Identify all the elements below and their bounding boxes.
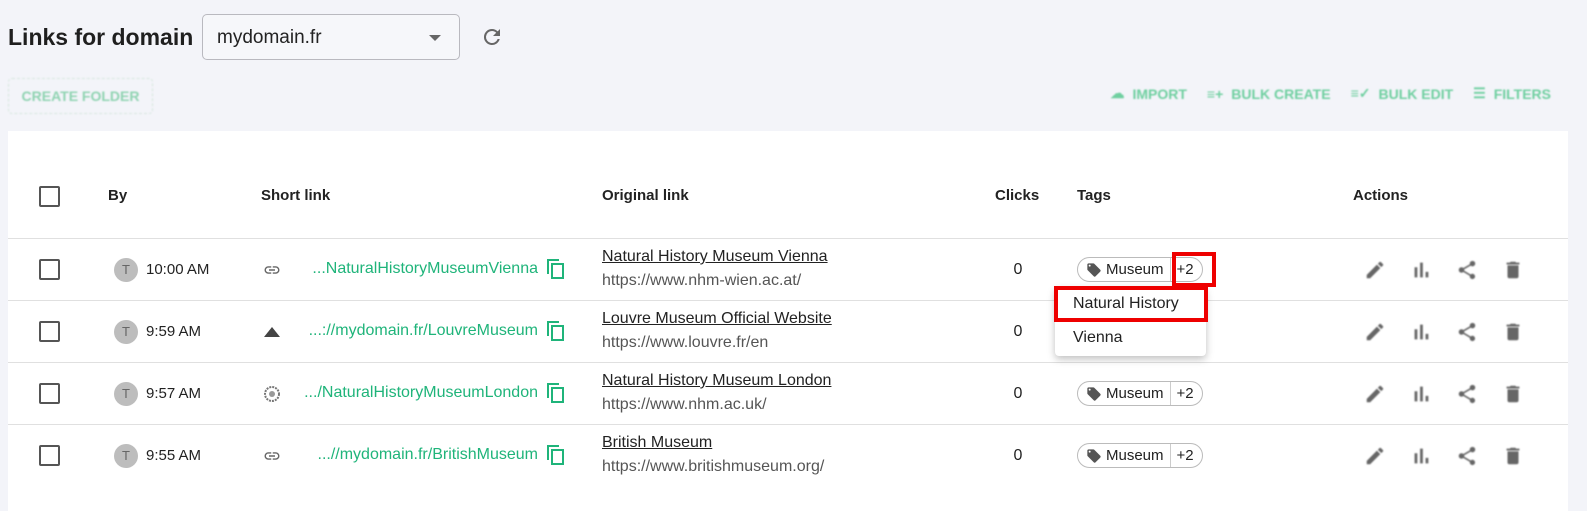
original-link-title[interactable]: British Museum	[602, 434, 712, 452]
short-link[interactable]: .../NaturalHistoryMuseumLondon	[304, 384, 538, 402]
original-link-title[interactable]: Natural History Museum London	[602, 372, 831, 390]
domain-select[interactable]: mydomain.fr	[202, 14, 460, 60]
row-actions	[1364, 321, 1524, 343]
highlight-more-tags	[1172, 252, 1216, 287]
toolbar: ☁ IMPORT ≡+ BULK CREATE ≡✓ BULK EDIT ☰ FILTE…	[1110, 85, 1551, 102]
tag-icon	[1087, 262, 1101, 277]
select-all-checkbox[interactable]	[39, 186, 60, 207]
tag-chip[interactable]: Museum+2	[1077, 381, 1203, 406]
delete-icon[interactable]	[1502, 383, 1524, 405]
chevron-down-icon	[429, 35, 441, 41]
created-time: 9:55 AM	[146, 447, 202, 464]
table-row: T 9:57 AM .../NaturalHistoryMuseumLondon…	[8, 362, 1568, 424]
created-time: 9:59 AM	[146, 323, 202, 340]
stats-icon[interactable]	[1410, 445, 1432, 467]
edit-icon[interactable]	[1364, 383, 1386, 405]
tag-icon	[1087, 386, 1101, 401]
delete-icon[interactable]	[1502, 321, 1524, 343]
table-row: T 9:55 AM ...//mydomain.fr/BritishMuseum…	[8, 424, 1568, 486]
more-tags-button[interactable]: +2	[1169, 382, 1202, 405]
link-icon	[262, 447, 282, 465]
share-icon[interactable]	[1456, 321, 1478, 343]
stats-icon[interactable]	[1410, 259, 1432, 281]
row-checkbox[interactable]	[39, 383, 60, 404]
pyramid-favicon-icon	[262, 323, 282, 341]
row-checkbox[interactable]	[39, 259, 60, 280]
short-link[interactable]: ...NaturalHistoryMuseumVienna	[312, 260, 538, 278]
original-link-url: https://www.louvre.fr/en	[602, 334, 769, 351]
copy-icon[interactable]	[546, 444, 566, 466]
copy-icon[interactable]	[546, 258, 566, 280]
short-link[interactable]: ...://mydomain.fr/LouvreMuseum	[309, 322, 538, 340]
delete-icon[interactable]	[1502, 445, 1524, 467]
tag-chip[interactable]: Museum+2	[1077, 443, 1203, 468]
import-button[interactable]: ☁ IMPORT	[1110, 85, 1186, 102]
row-actions	[1364, 383, 1524, 405]
table-row: T 10:00 AM ...NaturalHistoryMuseumVienna…	[8, 238, 1568, 300]
avatar: T	[114, 258, 138, 282]
avatar: T	[114, 320, 138, 344]
bulk-create-button[interactable]: ≡+ BULK CREATE	[1207, 85, 1331, 102]
short-link[interactable]: ...//mydomain.fr/BritishMuseum	[318, 446, 539, 464]
globe-favicon-icon	[262, 385, 282, 403]
share-icon[interactable]	[1456, 445, 1478, 467]
playlist-add-icon: ≡+	[1206, 85, 1224, 102]
created-time: 10:00 AM	[146, 261, 210, 278]
original-link-url: https://www.britishmuseum.org/	[602, 458, 825, 475]
column-tags: Tags	[1077, 187, 1111, 204]
clicks-count: 0	[1013, 261, 1023, 278]
copy-icon[interactable]	[546, 320, 566, 342]
column-by: By	[108, 187, 128, 204]
copy-icon[interactable]	[546, 382, 566, 404]
column-original-link: Original link	[602, 187, 689, 204]
original-link-url: https://www.nhm.ac.uk/	[602, 396, 767, 413]
row-checkbox[interactable]	[39, 321, 60, 342]
stats-icon[interactable]	[1410, 321, 1432, 343]
created-time: 9:57 AM	[146, 385, 202, 402]
column-clicks: Clicks	[995, 187, 1040, 204]
edit-icon[interactable]	[1364, 259, 1386, 281]
clicks-count: 0	[1013, 385, 1023, 402]
edit-icon[interactable]	[1364, 445, 1386, 467]
avatar: T	[114, 444, 138, 468]
page-title: Links for domain	[8, 24, 194, 50]
highlight-natural-history	[1054, 286, 1208, 322]
links-table: By Short link Original link Clicks Tags …	[8, 131, 1568, 511]
create-folder-button[interactable]: CREATE FOLDER	[8, 78, 153, 114]
more-tags-button[interactable]: +2	[1169, 444, 1202, 467]
domain-select-value: mydomain.fr	[217, 27, 322, 48]
row-actions	[1364, 445, 1524, 467]
delete-icon[interactable]	[1502, 259, 1524, 281]
cloud-upload-icon: ☁	[1110, 85, 1125, 101]
avatar: T	[114, 382, 138, 406]
playlist-check-icon: ≡✓	[1350, 85, 1371, 101]
row-checkbox[interactable]	[39, 445, 60, 466]
clicks-count: 0	[1013, 323, 1023, 340]
clicks-count: 0	[1013, 447, 1023, 464]
share-icon[interactable]	[1456, 259, 1478, 281]
filters-button[interactable]: ☰ FILTERS	[1473, 85, 1551, 102]
column-short-link: Short link	[261, 187, 331, 204]
link-icon	[262, 261, 282, 279]
table-row: T 9:59 AM ...://mydomain.fr/LouvreMuseum…	[8, 300, 1568, 362]
row-actions	[1364, 259, 1524, 281]
stats-icon[interactable]	[1410, 383, 1432, 405]
refresh-icon[interactable]	[480, 25, 504, 49]
original-link-title[interactable]: Natural History Museum Vienna	[602, 248, 828, 266]
tag-popup-item[interactable]: Vienna	[1055, 321, 1206, 355]
bulk-edit-button[interactable]: ≡✓ BULK EDIT	[1351, 85, 1454, 102]
column-actions: Actions	[1353, 187, 1409, 204]
original-link-title[interactable]: Louvre Museum Official Website	[602, 310, 832, 328]
edit-icon[interactable]	[1364, 321, 1386, 343]
original-link-url: https://www.nhm-wien.ac.at/	[602, 272, 802, 289]
tag-icon	[1087, 448, 1101, 463]
filter-icon: ☰	[1473, 85, 1486, 101]
share-icon[interactable]	[1456, 383, 1478, 405]
